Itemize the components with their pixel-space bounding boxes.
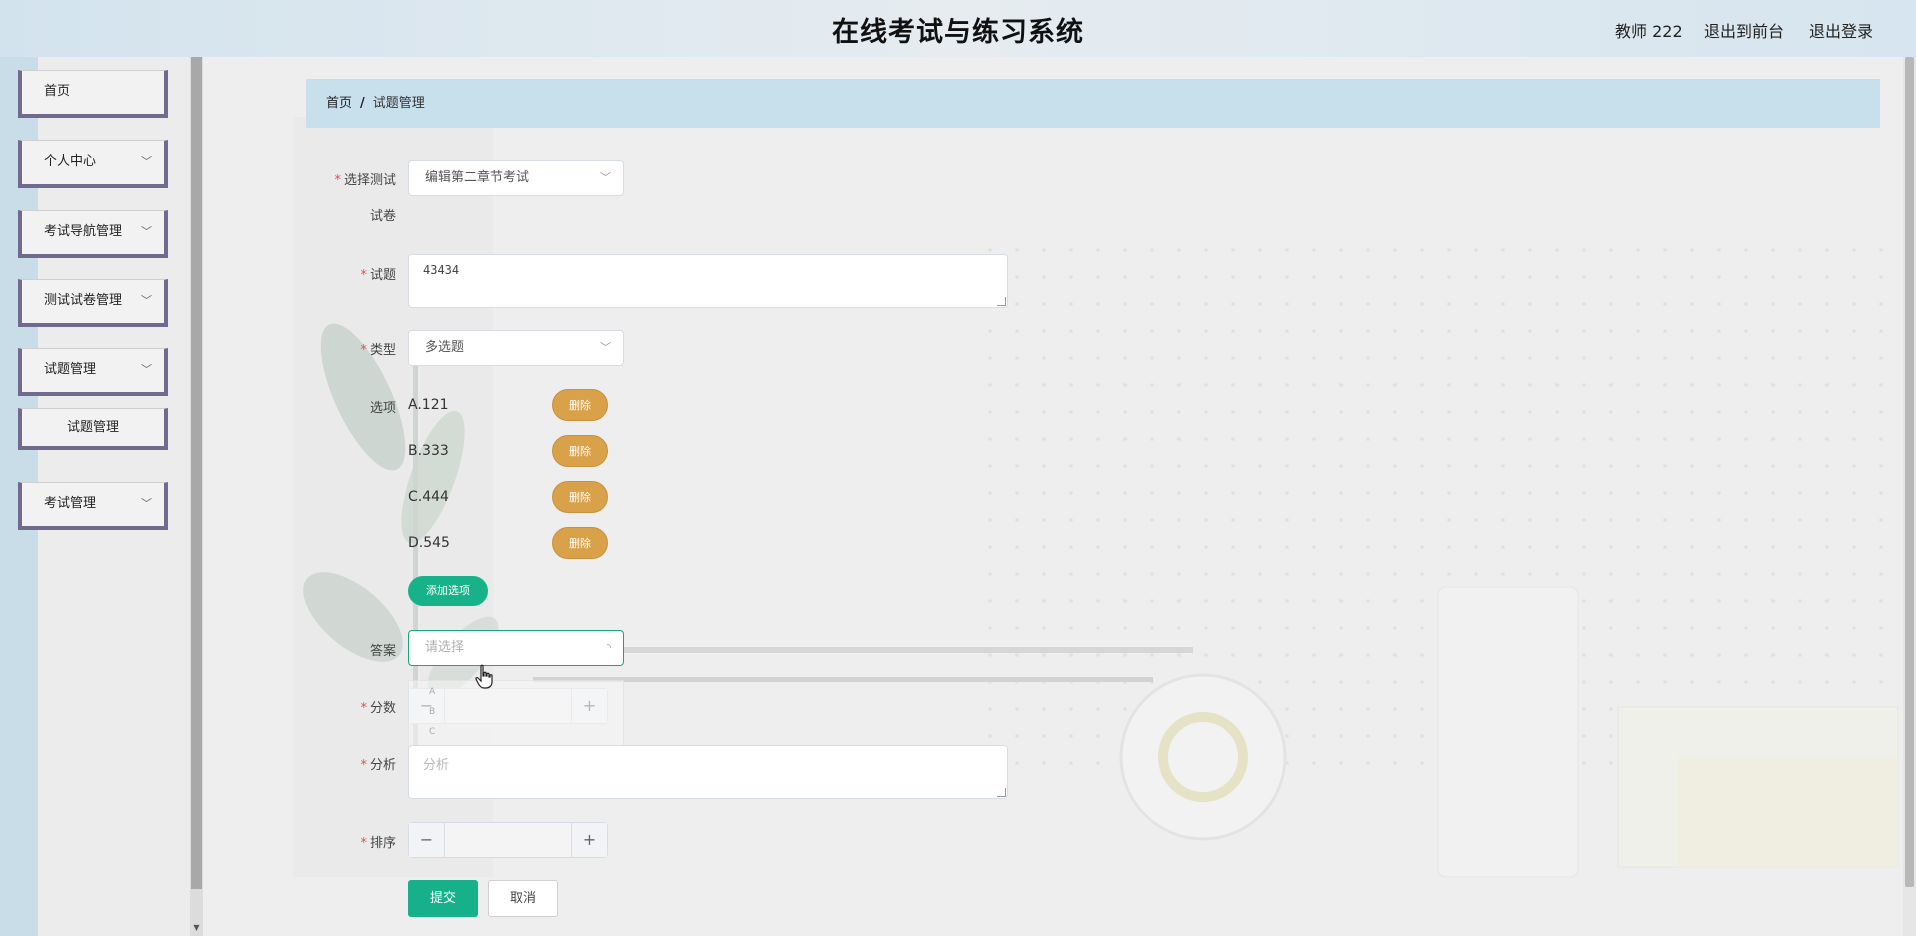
sidebar-scrollbar[interactable]: ▼ — [190, 57, 203, 936]
submit-button[interactable]: 提交 — [408, 880, 478, 917]
options-label: 选项 — [369, 401, 396, 416]
option-a-text: A.121 — [408, 397, 449, 413]
chevron-up-icon: ﹀ — [141, 363, 152, 376]
delete-option-c-button[interactable]: 删除 — [552, 481, 608, 513]
required-mark: * — [360, 343, 367, 358]
sidebar-item-label: 个人中心 — [44, 154, 97, 169]
question-label: * 试题 — [286, 264, 396, 283]
required-mark: * — [360, 701, 367, 716]
score-label: * 分数 — [286, 697, 396, 716]
sidebar-item-home[interactable]: 首页 — [18, 70, 168, 118]
paper-label-line1: 选择测试 — [343, 173, 396, 188]
dropdown-option-c[interactable]: C — [429, 727, 435, 737]
breadcrumb-separator: / — [360, 96, 365, 111]
sidebar-subitem-question-mgmt[interactable]: 试题管理 — [18, 408, 168, 450]
required-mark: * — [334, 173, 341, 188]
cancel-button[interactable]: 取消 — [488, 880, 558, 917]
type-select-value: 多选题 — [425, 340, 465, 355]
sidebar-item-exam-mgmt[interactable]: 考试管理 ﹀ — [18, 482, 168, 530]
paper-label-line2: 试卷 — [369, 209, 396, 224]
option-b-text: B.333 — [408, 443, 449, 459]
delete-option-b-button[interactable]: 删除 — [552, 435, 608, 467]
chevron-down-icon: ﹀ — [141, 294, 152, 307]
analysis-label-text: 分析 — [369, 758, 396, 773]
chevron-down-icon: ﹀ — [141, 497, 152, 510]
user-label: 教师 222 — [1615, 22, 1683, 41]
analysis-label: * 分析 — [286, 754, 396, 773]
sort-stepper[interactable]: − + — [408, 822, 608, 858]
main-scrollbar-thumb[interactable] — [1905, 57, 1914, 887]
question-label-text: 试题 — [369, 268, 396, 283]
chevron-down-icon: ﹀ — [600, 171, 611, 184]
dropdown-option-a[interactable]: A — [429, 687, 435, 697]
type-label: * 类型 — [286, 339, 396, 358]
answer-placeholder: 请选择 — [425, 640, 465, 655]
resize-grip-icon[interactable] — [997, 788, 1006, 797]
paper-select-value: 编辑第二章节考试 — [425, 170, 530, 185]
delete-option-a-button[interactable]: 删除 — [552, 389, 608, 421]
sort-increment-button[interactable]: + — [571, 823, 607, 857]
sidebar-item-label: 首页 — [44, 84, 71, 99]
option-d-text: D.545 — [408, 535, 450, 551]
chevron-down-icon: ﹀ — [141, 225, 152, 238]
hand-cursor-icon — [475, 664, 493, 689]
analysis-placeholder: 分析 — [423, 758, 450, 773]
sidebar-scrollbar-thumb[interactable] — [191, 57, 202, 889]
score-label-text: 分数 — [369, 701, 396, 716]
sort-label: * 排序 — [286, 832, 396, 851]
sidebar-item-label: 测试试卷管理 — [44, 293, 123, 308]
question-value: 43434 — [423, 263, 460, 277]
paper-select[interactable]: 编辑第二章节考试 ﹀ — [408, 160, 624, 196]
paper-label: * 选择测试 — [286, 169, 396, 188]
required-mark: * — [360, 268, 367, 283]
chevron-down-icon: ﹀ — [141, 155, 152, 168]
header-bar: 在线考试与练习系统 教师 222 退出到前台 退出登录 — [0, 0, 1916, 57]
sidebar-item-label: 试题管理 — [44, 362, 97, 377]
required-mark: * — [360, 758, 367, 773]
sidebar-item-test-paper[interactable]: 测试试卷管理 ﹀ — [18, 279, 168, 327]
resize-grip-icon[interactable] — [997, 297, 1006, 306]
sidebar-item-label: 试题管理 — [66, 420, 119, 435]
type-label-text: 类型 — [369, 343, 396, 358]
analysis-textarea[interactable]: 分析 — [408, 745, 1008, 799]
breadcrumb: 首页 / 试题管理 — [306, 79, 1880, 128]
breadcrumb-current: 试题管理 — [372, 96, 425, 111]
sidebar-item-label: 考试导航管理 — [44, 224, 123, 239]
option-c-text: C.444 — [408, 489, 449, 505]
sidebar-item-personal-center[interactable]: 个人中心 ﹀ — [18, 140, 168, 188]
sidebar-item-exam-nav[interactable]: 考试导航管理 ﹀ — [18, 210, 168, 258]
exit-front-link[interactable]: 退出到前台 — [1704, 18, 1784, 42]
chevron-down-icon: ﹀ — [600, 341, 611, 354]
delete-option-d-button[interactable]: 删除 — [552, 527, 608, 559]
required-mark: * — [360, 836, 367, 851]
sidebar-item-label: 考试管理 — [44, 496, 97, 511]
answer-label: 答案 — [369, 644, 396, 659]
scroll-down-arrow-icon[interactable]: ▼ — [191, 923, 202, 933]
add-option-button[interactable]: 添加选项 — [408, 576, 488, 606]
logout-link[interactable]: 退出登录 — [1809, 18, 1873, 42]
answer-select[interactable]: 请选择 ◝ — [408, 630, 624, 666]
breadcrumb-home[interactable]: 首页 — [326, 96, 352, 111]
main-scrollbar[interactable] — [1903, 57, 1916, 936]
loading-spinner-icon: ◝ — [606, 641, 611, 654]
sort-decrement-button[interactable]: − — [409, 823, 445, 857]
dropdown-option-b[interactable]: B — [429, 707, 435, 717]
question-textarea[interactable]: 43434 — [408, 254, 1008, 308]
sidebar-item-question-mgmt[interactable]: 试题管理 ﹀ — [18, 348, 168, 396]
type-select[interactable]: 多选题 ﹀ — [408, 330, 624, 366]
sort-label-text: 排序 — [369, 836, 396, 851]
